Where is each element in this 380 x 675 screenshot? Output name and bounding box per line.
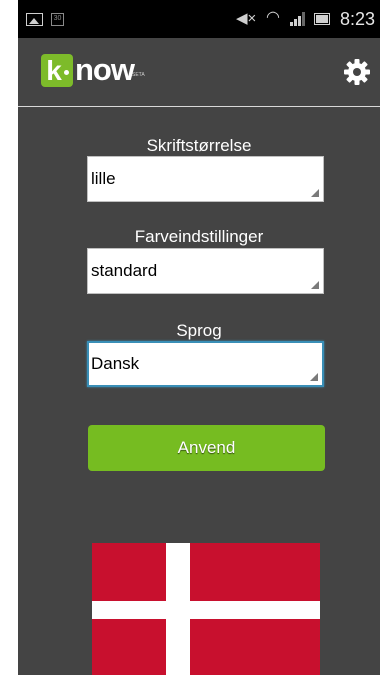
color-settings-select[interactable]: standard (87, 248, 324, 294)
status-bar: 30 ◀× ◠ 8:23 (18, 0, 380, 38)
language-label: Sprog (176, 321, 222, 340)
apply-button[interactable]: Anvend (88, 425, 325, 471)
signal-icon (290, 12, 306, 26)
language-select[interactable]: Dansk (87, 341, 324, 387)
logo-subtext: SETA (132, 72, 145, 78)
logo-word: now (75, 52, 135, 87)
gear-icon (344, 59, 370, 85)
settings-button[interactable] (344, 59, 370, 85)
font-size-select[interactable]: lille (87, 156, 324, 202)
wifi-icon: ◠ (266, 9, 280, 26)
app-header: k now SETA (18, 38, 380, 107)
mute-icon: ◀× (236, 10, 257, 27)
font-size-value: lille (91, 169, 116, 188)
logo-mark: k (41, 54, 73, 87)
app-screen: 30 ◀× ◠ 8:23 k now SETA Skriftstørrelse … (18, 0, 380, 675)
battery-icon (314, 13, 330, 25)
dropdown-arrow-icon (310, 373, 318, 381)
color-settings-label: Farveindstillinger (134, 227, 264, 246)
danish-flag[interactable] (92, 543, 320, 675)
flag-cross-horizontal (92, 601, 320, 619)
color-settings-value: standard (91, 261, 158, 280)
calendar-icon: 30 (51, 13, 64, 26)
language-value: Dansk (91, 354, 140, 373)
dropdown-arrow-icon (311, 281, 319, 289)
status-time: 8:23 (340, 9, 376, 29)
font-size-label: Skriftstørrelse (146, 136, 252, 155)
dropdown-arrow-icon (311, 189, 319, 197)
gallery-icon (26, 13, 43, 26)
